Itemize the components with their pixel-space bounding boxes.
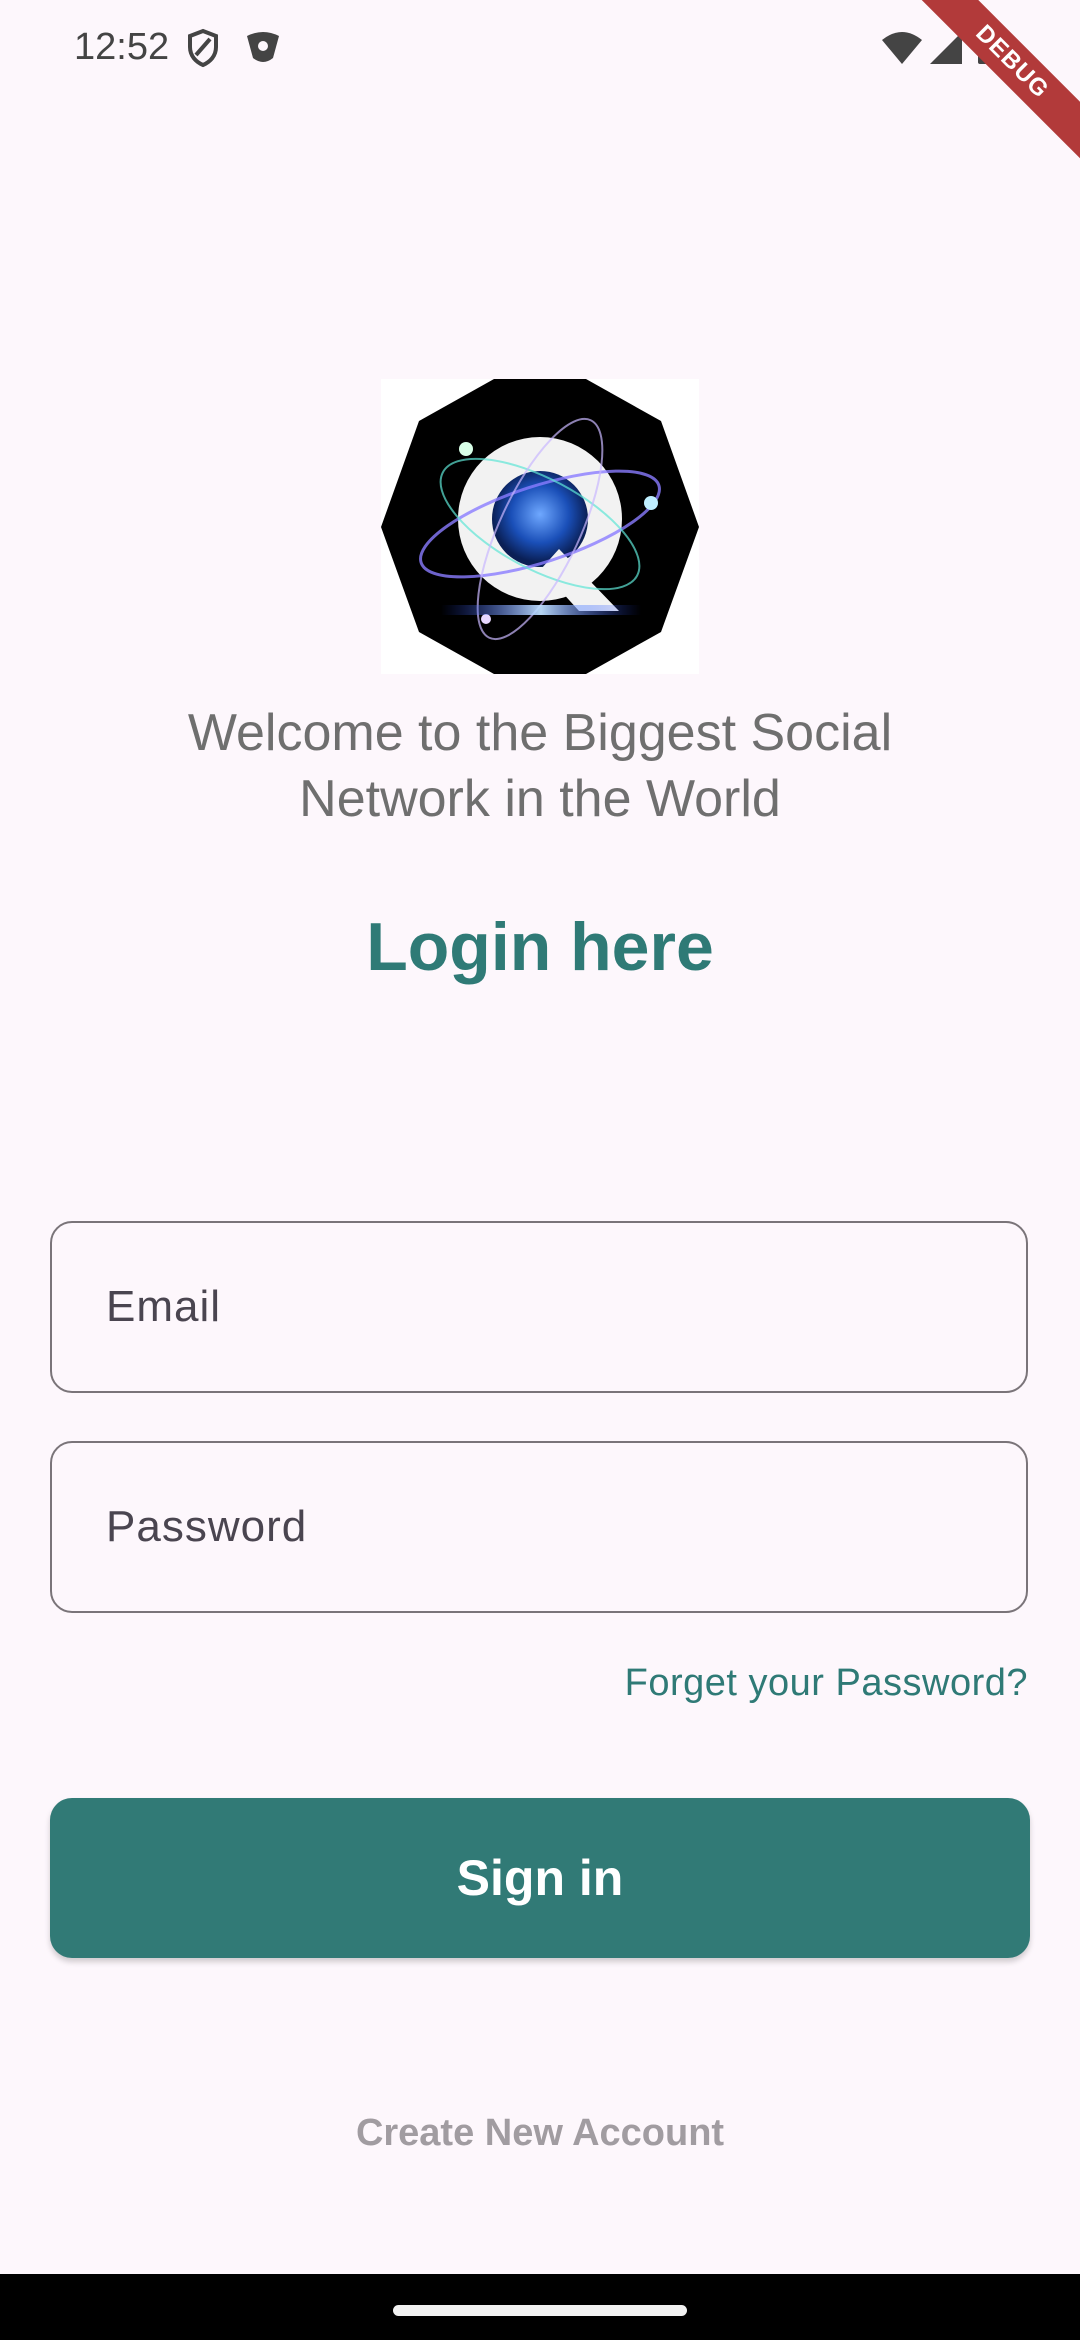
home-gesture-handle[interactable]	[393, 2305, 687, 2316]
email-field[interactable]	[50, 1221, 1028, 1393]
sign-in-button[interactable]: Sign in	[50, 1798, 1030, 1958]
welcome-text: Welcome to the Biggest Social Network in…	[0, 700, 1080, 832]
welcome-line-2: Network in the World	[299, 770, 781, 828]
page-title: Login here	[366, 909, 714, 985]
shield-icon	[186, 28, 220, 73]
welcome-line-1: Welcome to the Biggest Social	[187, 704, 893, 762]
forgot-password-link[interactable]: Forget your Password?	[625, 1662, 1028, 1705]
app-logo	[381, 379, 699, 674]
login-screen: 12:52 DEBUG Welcome to the Biggest Socia…	[0, 0, 1080, 2340]
email-input[interactable]	[52, 1223, 1026, 1391]
password-field[interactable]	[50, 1441, 1028, 1613]
wifi-icon	[880, 30, 924, 71]
create-account-link[interactable]: Create New Account	[0, 2112, 1080, 2155]
status-bar: 12:52	[0, 0, 1080, 96]
password-input[interactable]	[52, 1443, 1026, 1611]
status-time: 12:52	[74, 26, 170, 68]
vpn-icon	[244, 28, 282, 73]
